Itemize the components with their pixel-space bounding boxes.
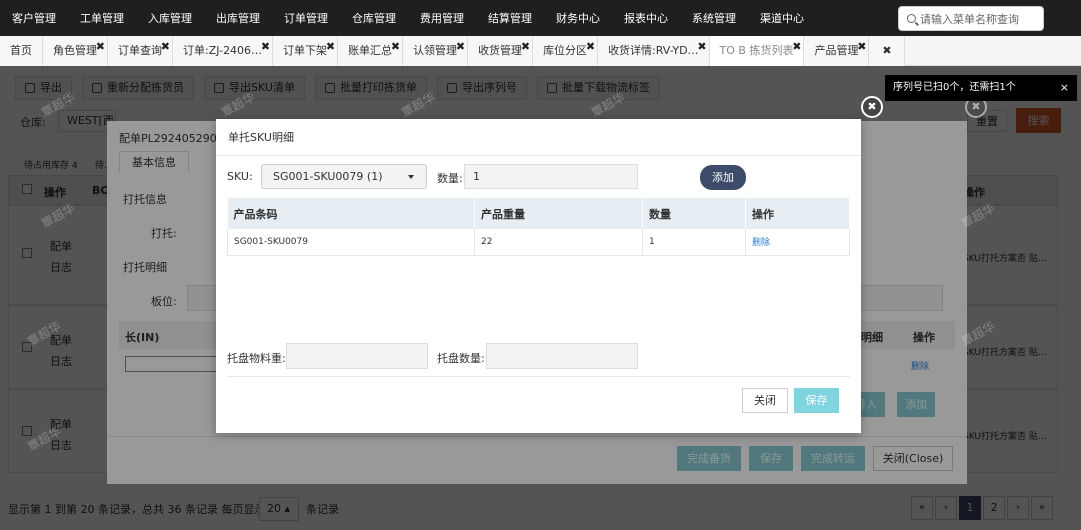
pallet-weight-input[interactable] <box>286 343 428 369</box>
sku-table-header: 产品条码 产品重量 数量 操作 <box>227 198 850 229</box>
save-button[interactable]: 保存 <box>794 388 839 413</box>
nav-item-finance[interactable]: 财务中心 <box>556 10 600 26</box>
sku-detail-modal: 单托SKU明细 SKU: SG001-SKU0079 (1) 数量: 1 添加 … <box>216 119 861 433</box>
tab-label: 角色管理 <box>53 44 97 57</box>
tab-label: 收货管理 <box>478 44 523 57</box>
close-icon[interactable]: ✖ <box>792 32 801 62</box>
qty-value: 1 <box>473 170 480 183</box>
delete-link[interactable]: 删除 <box>752 238 770 248</box>
serial-toast: 序列号已扫0个，还需扫1个 × <box>885 75 1077 101</box>
tab-tob-picking[interactable]: TO B 拣货列表 ✖ <box>709 36 805 66</box>
close-icon[interactable]: ✖ <box>857 32 866 62</box>
pallet-weight-label: 托盘物料重: <box>227 352 286 365</box>
tab-receiving-detail[interactable]: 收货详情:RV-YD… ✖ <box>598 36 710 66</box>
pallet-qty-label: 托盘数量: <box>437 352 485 365</box>
search-icon <box>907 14 916 23</box>
tab-label: 账单汇总 <box>348 44 393 57</box>
tab-claim[interactable]: 认领管理 ✖ <box>403 36 469 66</box>
menu-search-input[interactable]: 请输入菜单名称查询 <box>898 6 1044 31</box>
nav-item-settlement[interactable]: 结算管理 <box>488 10 532 26</box>
tab-home[interactable]: 首页 <box>0 36 43 66</box>
pallet-qty-input[interactable] <box>486 343 638 369</box>
close-icon[interactable]: ✖ <box>96 32 105 62</box>
col-barcode: 产品条码 <box>227 198 475 229</box>
tab-label: 收货详情:RV-YD… <box>608 44 699 57</box>
col-qty: 数量 <box>642 198 746 229</box>
qty-input[interactable]: 1 <box>464 164 638 189</box>
close-icon[interactable]: ✖ <box>161 32 170 62</box>
top-nav: 客户管理 工单管理 入库管理 出库管理 订单管理 仓库管理 费用管理 结算管理 … <box>0 0 1081 36</box>
nav-item-order[interactable]: 订单管理 <box>284 10 328 26</box>
nav-item-outbound[interactable]: 出库管理 <box>216 10 260 26</box>
tab-label: 产品管理 <box>814 44 859 57</box>
close-icon[interactable]: ✖ <box>586 32 595 62</box>
close-icon[interactable]: ✖ <box>391 32 400 62</box>
col-weight: 产品重量 <box>474 198 643 229</box>
add-sku-button[interactable]: 添加 <box>700 165 746 190</box>
tab-bill-summary[interactable]: 账单汇总 ✖ <box>338 36 404 66</box>
modal-title: 单托SKU明细 <box>228 131 294 144</box>
close-icon[interactable]: ✖ <box>861 96 883 118</box>
close-button[interactable]: 关闭 <box>742 388 788 413</box>
close-icon[interactable]: ✖ <box>697 32 706 62</box>
close-icon[interactable]: ✖ <box>261 32 270 62</box>
modal-header: 单托SKU明细 <box>216 119 861 156</box>
table-row: SG001-SKU0079 22 1 删除 <box>227 229 850 256</box>
tab-label: TO B 拣货列表 <box>719 44 794 57</box>
nav-item-channel[interactable]: 渠道中心 <box>760 10 804 26</box>
nav-item-warehouse[interactable]: 仓库管理 <box>352 10 396 26</box>
tab-order-query[interactable]: 订单查询 ✖ <box>108 36 173 66</box>
sku-select[interactable]: SG001-SKU0079 (1) <box>261 164 427 189</box>
nav-item-system[interactable]: 系统管理 <box>692 10 736 26</box>
close-icon[interactable]: × <box>1060 75 1069 101</box>
nav-item-report[interactable]: 报表中心 <box>624 10 668 26</box>
toast-message: 序列号已扫0个，还需扫1个 <box>893 82 1016 93</box>
close-icon[interactable]: ✖ <box>326 32 335 62</box>
cell-weight: 22 <box>474 229 643 256</box>
tab-product[interactable]: 产品管理 ✖ <box>804 36 870 66</box>
tab-bar: 首页 角色管理 ✖ 订单查询 ✖ 订单:ZJ-2406… ✖ 订单下架 ✖ 账单汇总 ✖ … <box>0 36 1081 66</box>
nav-item-workorder[interactable]: 工单管理 <box>80 10 124 26</box>
tab-order-offshelf[interactable]: 订单下架 ✖ <box>273 36 339 66</box>
nav-item-inbound[interactable]: 入库管理 <box>148 10 192 26</box>
nav-item-fee[interactable]: 费用管理 <box>420 10 464 26</box>
menu-search-placeholder: 请输入菜单名称查询 <box>920 12 1019 26</box>
close-all-tabs-button[interactable]: ✖ <box>869 36 906 66</box>
divider <box>227 376 850 377</box>
tab-label: 订单查询 <box>118 44 162 57</box>
tab-label: 认领管理 <box>413 44 458 57</box>
tab-label: 订单下架 <box>283 44 328 57</box>
close-icon[interactable]: ✖ <box>521 32 530 62</box>
qty-label: 数量: <box>437 172 463 185</box>
cell-qty: 1 <box>642 229 746 256</box>
col-op: 操作 <box>745 198 850 229</box>
tab-role[interactable]: 角色管理 ✖ <box>43 36 108 66</box>
cell-barcode: SG001-SKU0079 <box>227 229 475 256</box>
tab-location-zone[interactable]: 库位分区 ✖ <box>533 36 599 66</box>
chevron-down-icon <box>408 175 414 179</box>
tab-label: 首页 <box>10 44 32 57</box>
tab-label: 订单:ZJ-2406… <box>183 44 263 57</box>
sku-label: SKU: <box>227 170 253 183</box>
tab-label: 库位分区 <box>543 44 588 57</box>
tab-order-detail[interactable]: 订单:ZJ-2406… ✖ <box>173 36 274 66</box>
close-icon[interactable]: ✖ <box>456 32 465 62</box>
tab-receiving[interactable]: 收货管理 ✖ <box>468 36 534 66</box>
sku-table: 产品条码 产品重量 数量 操作 SG001-SKU0079 22 1 删除 <box>227 198 850 256</box>
nav-item-customer[interactable]: 客户管理 <box>12 10 56 26</box>
sku-select-value: SG001-SKU0079 (1) <box>273 170 383 183</box>
